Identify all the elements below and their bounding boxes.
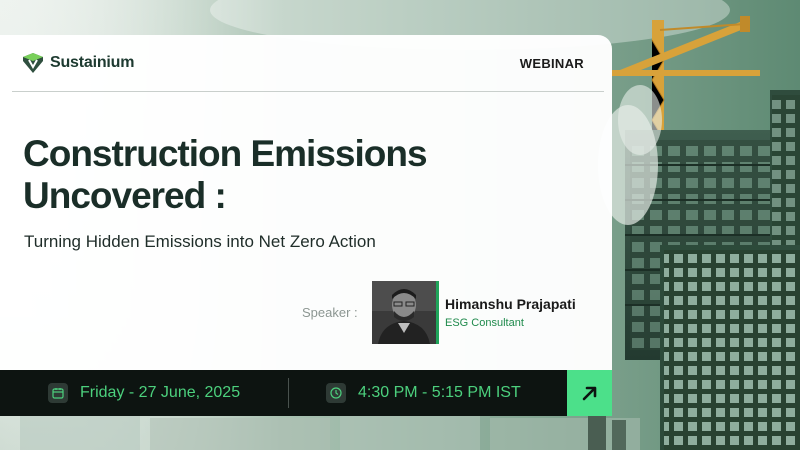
brand-logo[interactable]: Sustainium [22,52,134,74]
page-title: Construction Emissions Uncovered : [23,133,543,217]
event-time: 4:30 PM - 5:15 PM IST [326,370,521,416]
page-subtitle: Turning Hidden Emissions into Net Zero A… [24,232,376,251]
event-date-text: Friday - 27 June, 2025 [80,384,241,401]
header-divider [12,91,604,92]
speaker-name: Himanshu Prajapati [445,296,576,312]
register-arrow-button[interactable] [567,370,612,416]
event-time-text: 4:30 PM - 5:15 PM IST [358,384,521,401]
title-line-1: Construction Emissions [23,133,428,174]
speaker-role: ESG Consultant [445,317,524,329]
info-divider [288,378,289,408]
speaker-label: Speaker : [302,305,358,320]
calendar-icon [48,383,68,403]
event-info-bar: Friday - 27 June, 2025 4:30 PM - 5:15 PM… [0,370,612,416]
speaker-accent-bar [436,281,439,344]
arrow-up-right-icon [582,386,596,401]
title-line-2: Uncovered : [23,175,227,216]
brand-name: Sustainium [50,54,135,71]
speaker-photo [372,281,436,344]
clock-icon [326,383,346,403]
sustainium-logo-icon [23,53,43,73]
webinar-tag: WEBINAR [519,56,584,71]
event-date: Friday - 27 June, 2025 [48,370,240,416]
